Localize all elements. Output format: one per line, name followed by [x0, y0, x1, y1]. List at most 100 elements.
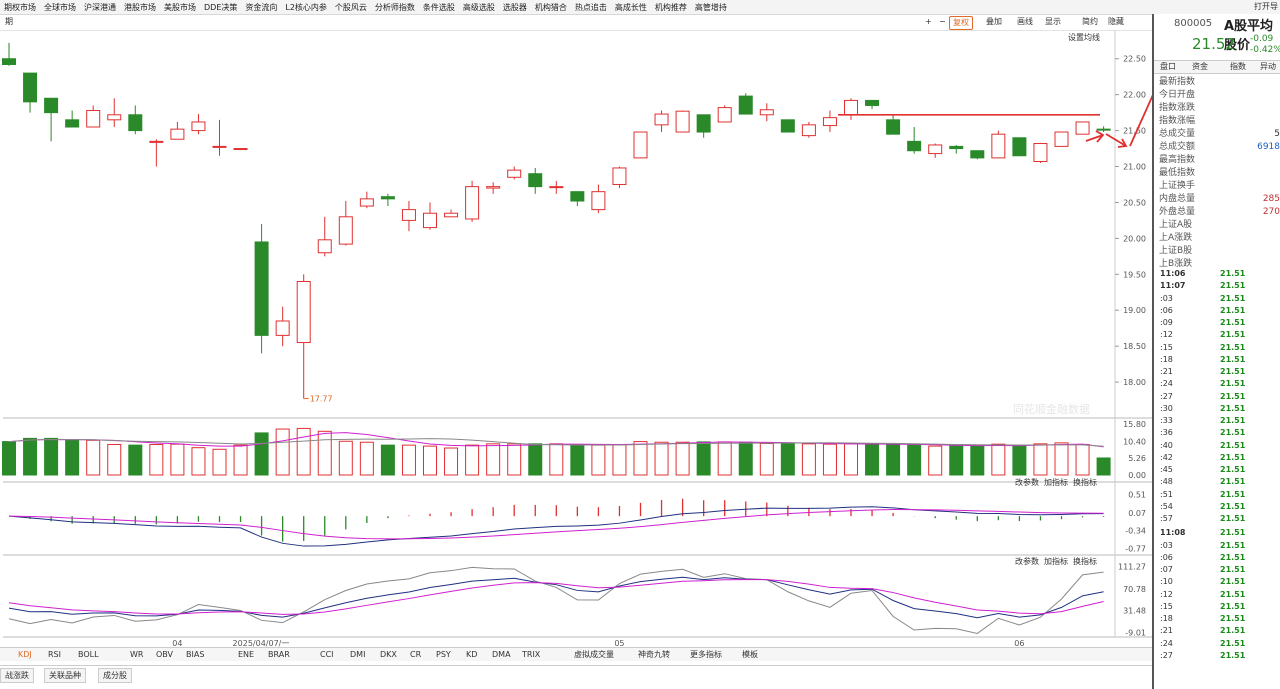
tick-time: :06: [1160, 552, 1173, 562]
tick-row: :36 21.51: [1154, 427, 1280, 439]
indicator-tab[interactable]: KDJ: [18, 648, 32, 661]
nav-item[interactable]: L2核心内参: [281, 2, 331, 13]
panel-control: 改参数: [1015, 477, 1039, 487]
candle-body: [844, 99, 858, 116]
y-tick-label: 20.50: [1123, 198, 1146, 207]
indicator-tab[interactable]: OBV: [156, 648, 173, 661]
hide-button[interactable]: 隐藏: [1105, 16, 1127, 28]
tick-price: 21.51: [1220, 379, 1246, 389]
draw-line-button[interactable]: 画线: [1014, 16, 1036, 28]
nav-item[interactable]: 个股风云: [331, 2, 371, 13]
indicator-tab[interactable]: BOLL: [78, 648, 99, 661]
x-tick-label: 04: [172, 639, 182, 647]
nav-item[interactable]: 高成长性: [611, 2, 651, 13]
candle-body: [401, 209, 416, 221]
top-nav-right[interactable]: 打开导: [1254, 0, 1278, 14]
overlay-button[interactable]: 叠加: [983, 16, 1005, 28]
simple-button[interactable]: 简约: [1079, 16, 1101, 28]
y-tick-label: 10.40: [1123, 438, 1146, 447]
nav-item[interactable]: 港股市场: [120, 2, 160, 13]
indicator-tab[interactable]: KD: [466, 648, 477, 661]
indicator-tab[interactable]: 神奇九转: [638, 648, 670, 661]
volume-bar: [928, 445, 943, 476]
zoom-out-button[interactable]: −: [936, 16, 949, 28]
quote-row-label: 最高指数: [1159, 155, 1196, 165]
panel-control: 改参数: [1015, 556, 1039, 566]
tick-row: :09 21.51: [1154, 317, 1280, 329]
tick-row: :40 21.51: [1154, 440, 1280, 452]
tick-price: 21.51: [1220, 293, 1246, 303]
nav-item[interactable]: 美股市场: [160, 2, 200, 13]
indicator-tab[interactable]: 虚拟成交量: [574, 648, 614, 661]
y-tick-label: 0.51: [1128, 491, 1146, 500]
candle-body: [886, 119, 901, 135]
display-button[interactable]: 显示: [1042, 16, 1064, 28]
indicator-tab[interactable]: CCI: [320, 648, 334, 661]
volume-bar: [338, 440, 353, 476]
quote-row-value: 285: [1262, 194, 1280, 204]
candle-body: [86, 109, 101, 128]
tick-price: 21.51: [1220, 342, 1246, 352]
nav-item[interactable]: 全球市场: [40, 2, 80, 13]
bottom-tab[interactable]: 成分股: [98, 668, 132, 683]
indicator-tab[interactable]: WR: [130, 648, 143, 661]
nav-item[interactable]: 选股器: [499, 2, 531, 13]
nav-item[interactable]: 机构猎合: [531, 2, 571, 13]
fuquan-button[interactable]: 复权: [949, 16, 973, 30]
indicator-tab[interactable]: DKX: [380, 648, 397, 661]
nav-item[interactable]: 条件选股: [419, 2, 459, 13]
indicator-tab[interactable]: BRAR: [268, 648, 290, 661]
y-tick-label: 5.26: [1128, 454, 1146, 463]
indicator-tab[interactable]: RSI: [48, 648, 61, 661]
period-label[interactable]: 期: [2, 16, 16, 28]
nav-item[interactable]: 高管增持: [691, 2, 731, 13]
volume-bar: [233, 444, 248, 476]
indicator-tab[interactable]: 更多指标: [690, 648, 722, 661]
volume-bar: [801, 443, 816, 476]
tick-price: 21.51: [1220, 589, 1246, 599]
tick-price: 21.51: [1220, 428, 1246, 438]
indicator-tab[interactable]: ENE: [238, 648, 254, 661]
tab-pankou[interactable]: 盘口: [1158, 61, 1178, 73]
zoom-in-button[interactable]: +: [922, 16, 935, 28]
candle-body: [1075, 121, 1090, 135]
tick-time: :10: [1160, 577, 1173, 587]
nav-item[interactable]: DDE决策: [200, 2, 241, 13]
candle-body: [444, 212, 459, 218]
nav-item[interactable]: 热点追击: [571, 2, 611, 13]
indicator-tab[interactable]: TRIX: [522, 648, 540, 661]
nav-item[interactable]: 资金流向: [241, 2, 281, 13]
nav-item[interactable]: 高级选股: [459, 2, 499, 13]
tick-time: :40: [1160, 440, 1173, 450]
bottom-tab[interactable]: 战涨跌: [0, 668, 34, 683]
volume-bar: [254, 432, 269, 476]
stock-chart[interactable]: 设置均线22.5022.0021.5021.0020.5020.0019.501…: [0, 30, 1152, 647]
nav-item[interactable]: 期权市场: [0, 2, 40, 13]
indicator-tab[interactable]: DMA: [492, 648, 511, 661]
y-tick-label: -0.34: [1125, 526, 1146, 535]
tab-zijin[interactable]: 资金: [1190, 61, 1210, 73]
indicator-tab[interactable]: DMI: [350, 648, 365, 661]
candle-body: [780, 119, 795, 133]
tab-yidong[interactable]: 异动: [1258, 61, 1278, 73]
tick-time: :03: [1160, 540, 1173, 550]
candle-body: [549, 186, 564, 189]
nav-item[interactable]: 沪深港通: [80, 2, 120, 13]
indicator-tab[interactable]: 模板: [742, 648, 758, 661]
candle-body: [633, 131, 648, 159]
volume-bar: [865, 443, 880, 476]
tick-time: :36: [1160, 428, 1173, 438]
indicator-tab[interactable]: BIAS: [186, 648, 204, 661]
candle-body: [991, 133, 1006, 159]
indicator-tab[interactable]: PSY: [436, 648, 451, 661]
indicator-tab[interactable]: CR: [410, 648, 421, 661]
tick-time: :54: [1160, 501, 1173, 511]
nav-item[interactable]: 分析师指数: [371, 2, 419, 13]
tab-zhishu[interactable]: 指数: [1228, 61, 1248, 73]
nav-item[interactable]: 机构推荐: [651, 2, 691, 13]
settings-label: 设置均线: [1068, 32, 1100, 42]
candle-body: [591, 191, 606, 211]
volume-bar: [128, 444, 143, 476]
candle-body: [191, 121, 206, 132]
bottom-tab[interactable]: 关联品种: [44, 668, 86, 683]
